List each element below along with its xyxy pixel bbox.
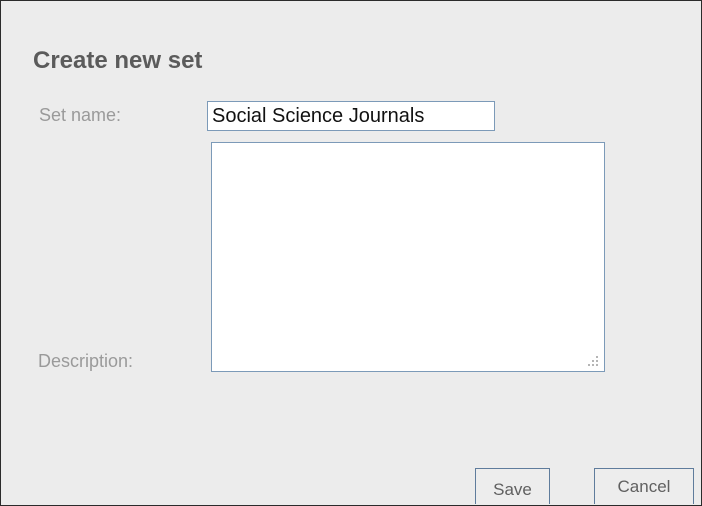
create-set-dialog: Create new set Set name: Description: Sa…	[0, 0, 702, 506]
cancel-button[interactable]: Cancel	[594, 468, 694, 504]
description-label: Description:	[38, 351, 134, 371]
set-name-input[interactable]	[207, 101, 495, 131]
save-button[interactable]: Save	[475, 468, 550, 504]
dialog-title: Create new set	[33, 47, 203, 74]
set-name-label: Set name:	[39, 105, 122, 125]
description-textarea[interactable]	[211, 142, 605, 372]
resize-grip-icon[interactable]	[587, 355, 599, 367]
